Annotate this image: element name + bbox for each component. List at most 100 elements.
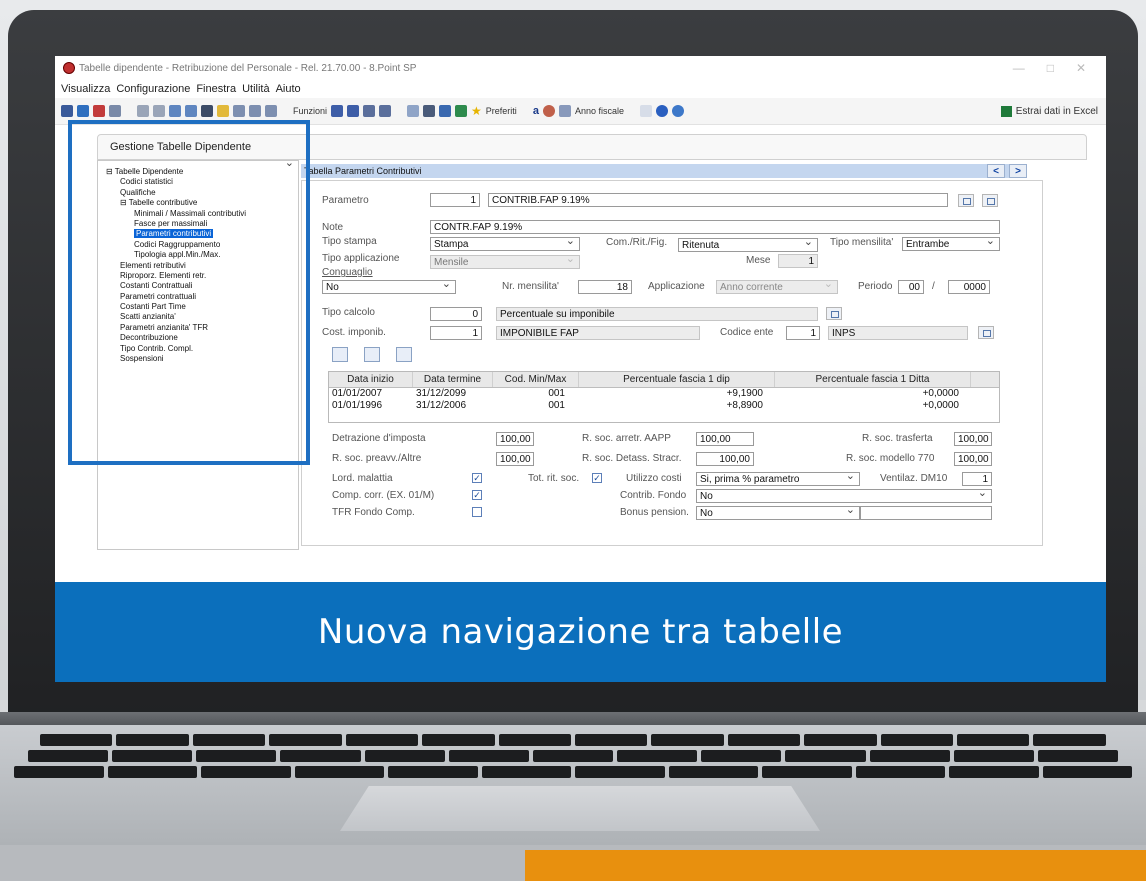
lookup-button-2[interactable] <box>982 194 998 207</box>
tfr-fondo-checkbox[interactable] <box>472 507 482 517</box>
periodo-year-field[interactable]: 0000 <box>948 280 990 294</box>
tools-icon[interactable] <box>249 105 261 117</box>
col-cod-min-max[interactable]: Cod. Min/Max <box>493 372 579 387</box>
cell: +0,0000 <box>922 388 959 399</box>
globe-icon[interactable] <box>671 105 684 117</box>
new-icon[interactable] <box>61 105 73 117</box>
tipo-calcolo-code-field[interactable]: 0 <box>430 307 482 321</box>
col-data-inizio[interactable]: Data inizio <box>329 372 413 387</box>
orange-accent-bar <box>525 850 1146 881</box>
delete-row-button[interactable] <box>396 347 412 362</box>
mese-label: Mese <box>746 255 771 266</box>
rsoc-detass-label: R. soc. Detass. Stracr. <box>582 453 682 464</box>
minimize-button[interactable]: — <box>1013 61 1025 75</box>
anno-fiscale-label[interactable]: Anno fiscale <box>575 106 624 116</box>
f7-icon[interactable] <box>331 105 344 117</box>
col-perc-ditta[interactable]: Percentuale fascia 1 Ditta <box>775 372 971 387</box>
codice-ente-lookup-button[interactable] <box>978 326 994 339</box>
comp-corr-checkbox[interactable]: ✓ <box>472 490 482 500</box>
col-perc-dip[interactable]: Percentuale fascia 1 dip <box>579 372 775 387</box>
note-label: Note <box>322 222 344 233</box>
help-icon[interactable] <box>655 105 668 117</box>
f8-icon[interactable] <box>347 105 360 117</box>
parametro-code-field[interactable]: 1 <box>430 193 480 207</box>
calendar-icon[interactable] <box>558 105 571 117</box>
tipo-stampa-select[interactable]: Stampa <box>430 237 580 251</box>
utilizzo-costi-label: Utilizzo costi <box>626 473 682 484</box>
close-button[interactable]: ✕ <box>1076 61 1086 75</box>
delete-icon[interactable] <box>93 105 105 117</box>
calculator-icon[interactable] <box>201 105 213 117</box>
gear-icon[interactable] <box>542 105 555 117</box>
edit-row-button[interactable] <box>364 347 380 362</box>
f9-icon[interactable] <box>363 105 376 117</box>
lookup-button[interactable] <box>958 194 974 207</box>
conguaglio-select[interactable]: No <box>322 280 456 294</box>
tot-rit-soc-checkbox[interactable]: ✓ <box>592 473 602 483</box>
binoculars-icon[interactable] <box>639 105 652 117</box>
bookmark-icon[interactable] <box>265 105 277 117</box>
nr-mensilita-field[interactable]: 18 <box>578 280 632 294</box>
tipo-stampa-label: Tipo stampa <box>322 236 377 247</box>
checklist-icon[interactable] <box>439 105 452 117</box>
folder-icon[interactable] <box>217 105 229 117</box>
periodo-separator: / <box>932 281 935 292</box>
contrib-fondo-select[interactable]: No <box>696 489 992 503</box>
cell: 31/12/2099 <box>416 388 467 399</box>
applicazione-select[interactable]: Anno corrente <box>716 280 838 294</box>
bonus-pension-label: Bonus pension. <box>620 507 689 518</box>
menu-finestra[interactable]: Finestra <box>196 83 236 95</box>
prev-record-button[interactable]: < <box>987 164 1005 178</box>
copy-icon[interactable] <box>169 105 181 117</box>
tipo-mensilita-select[interactable]: Entrambe <box>902 237 1000 251</box>
rsoc-arretr-field[interactable]: 100,00 <box>696 432 754 446</box>
table-row[interactable]: 01/01/1996 31/12/2006 001 +8,8900 +0,000… <box>329 400 999 412</box>
cell: 01/01/2007 <box>332 388 383 399</box>
link-icon[interactable] <box>407 105 420 117</box>
lord-malattia-label: Lord. malattia <box>332 473 393 484</box>
mese-field[interactable]: 1 <box>778 254 818 268</box>
tipo-applicazione-select[interactable]: Mensile <box>430 255 580 269</box>
save-icon[interactable] <box>77 105 89 117</box>
rsoc-preavv-field[interactable]: 100,00 <box>496 452 534 466</box>
f10-icon[interactable] <box>379 105 392 117</box>
bonus-pension-extra-field[interactable] <box>860 506 992 520</box>
rsoc-preavv-label: R. soc. preavv./Altre <box>332 453 422 464</box>
periodo-month-field[interactable]: 00 <box>898 280 924 294</box>
menu-visualizza[interactable]: Visualizza <box>61 83 110 95</box>
rsoc-trasferta-field[interactable]: 100,00 <box>954 432 992 446</box>
detrazione-field[interactable]: 100,00 <box>496 432 534 446</box>
utilizzo-costi-select[interactable]: Si, prima % parametro <box>696 472 860 486</box>
codice-ente-code-field[interactable]: 1 <box>786 326 820 340</box>
menu-configurazione[interactable]: Configurazione <box>116 83 190 95</box>
rsoc-detass-field[interactable]: 100,00 <box>696 452 754 466</box>
ventilaz-field[interactable]: 1 <box>962 472 992 486</box>
parametro-desc-field[interactable]: CONTRIB.FAP 9.19% <box>488 193 948 207</box>
font-icon[interactable]: a <box>533 105 539 117</box>
table-row[interactable]: 01/01/2007 31/12/2099 001 +9,1900 +0,000… <box>329 388 999 400</box>
paste-icon[interactable] <box>185 105 197 117</box>
tipo-calcolo-lookup-button[interactable] <box>826 307 842 320</box>
menu-utilita[interactable]: Utilità <box>242 83 270 95</box>
spreadsheet-icon[interactable] <box>455 105 468 117</box>
lord-malattia-checkbox[interactable]: ✓ <box>472 473 482 483</box>
section-title: Tabella Parametri Contributivi <box>301 164 1018 178</box>
forward-icon[interactable] <box>153 105 165 117</box>
com-rit-fig-select[interactable]: Ritenuta <box>678 238 818 252</box>
menu-aiuto[interactable]: Aiuto <box>276 83 301 95</box>
maximize-button[interactable]: □ <box>1047 61 1054 75</box>
back-icon[interactable] <box>137 105 149 117</box>
star-icon[interactable]: ★ <box>471 104 482 118</box>
col-data-termine[interactable]: Data termine <box>413 372 493 387</box>
note-field[interactable]: CONTR.FAP 9.19% <box>430 220 1000 234</box>
add-row-button[interactable] <box>332 347 348 362</box>
rsoc-770-field[interactable]: 100,00 <box>954 452 992 466</box>
next-record-button[interactable]: > <box>1009 164 1027 178</box>
filter-icon[interactable] <box>233 105 245 117</box>
preferiti-label[interactable]: Preferiti <box>486 106 517 116</box>
excel-export-button[interactable]: Estrai dati in Excel <box>1000 105 1106 117</box>
cost-imponib-code-field[interactable]: 1 <box>430 326 482 340</box>
bonus-pension-select[interactable]: No <box>696 506 860 520</box>
print-icon[interactable] <box>109 105 121 117</box>
monitor-icon[interactable] <box>423 105 436 117</box>
